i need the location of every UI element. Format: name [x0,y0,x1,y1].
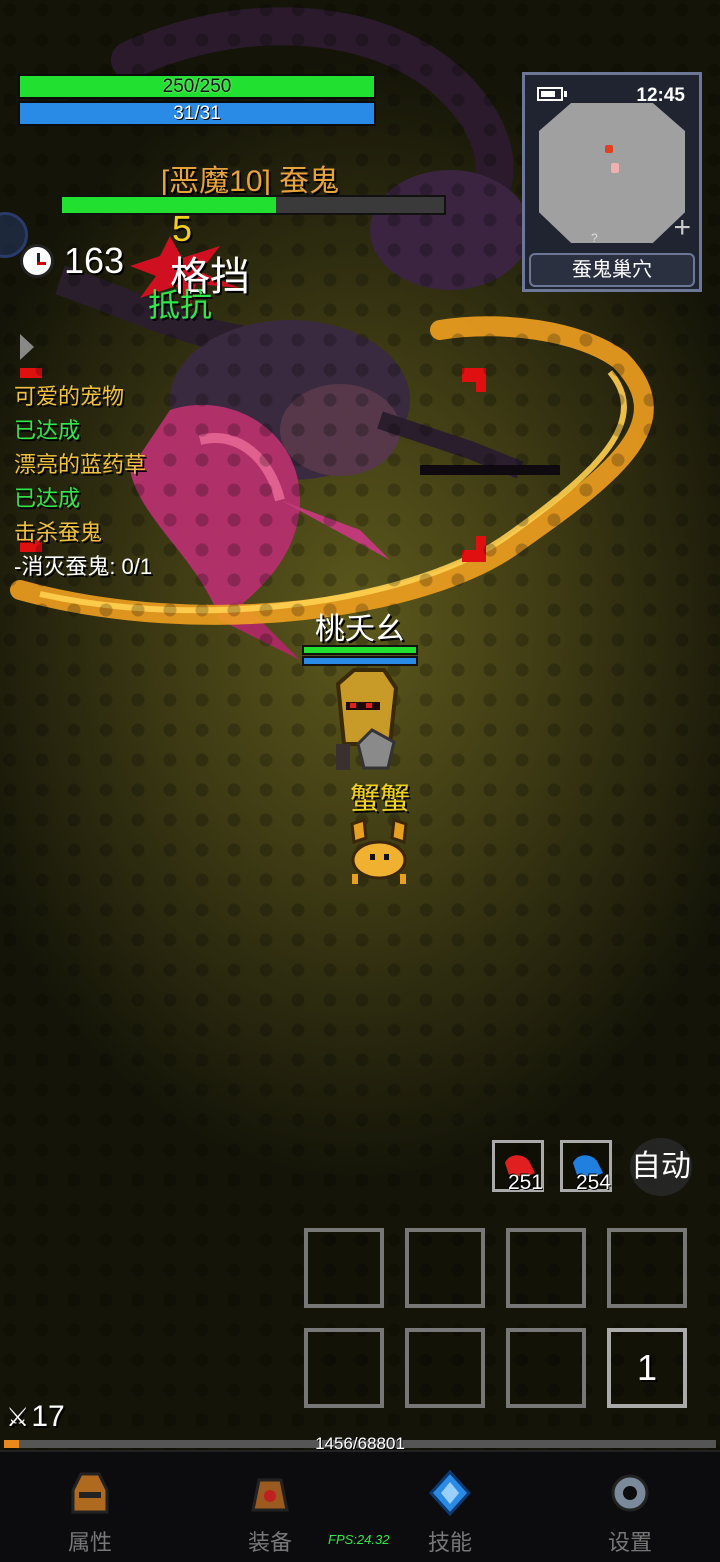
player-hp-text: 250/250 [162,76,232,97]
quest-title: 漂亮的蓝药草 [14,452,147,477]
player-overhead-hp-bar [302,645,418,655]
nav-attributes[interactable]: 属性 [30,1470,150,1557]
nav-skills[interactable]: 技能 [390,1469,510,1557]
player-marker-icon [611,163,619,173]
nav-attributes-label: 属性 [67,1530,112,1555]
nav-settings-label: 设置 [607,1530,652,1555]
hp-potion-button[interactable]: 251 [492,1140,544,1194]
battle-timer: 163 [20,240,124,282]
location-name: 蚕鬼巢穴 [529,253,695,287]
boss-marker-icon [605,145,613,153]
player-mp-bar: 31/31 [18,101,376,126]
resist-text: 抵抗 [148,287,213,323]
timer-value: 163 [64,240,125,281]
minimap[interactable]: 12:45 ? + 蚕鬼巢穴 [522,72,702,292]
boss-hp-fill [62,197,276,213]
battery-icon [537,87,567,101]
quest-title: 可爱的宠物 [14,384,125,409]
helmet-icon [71,1472,109,1514]
player-hp-bar: 250/250 [18,74,376,99]
skill-slot[interactable] [405,1228,485,1308]
skill-slot[interactable] [304,1228,384,1308]
mp-potion-count: 254 [575,1171,611,1194]
player-knight-sprite[interactable] [324,664,410,774]
quest-tracker[interactable]: 可爱的宠物 已达成 漂亮的蓝药草 已达成 击杀蚕鬼 -消灭蚕鬼: 0/1 [14,380,152,584]
mp-potion-button[interactable]: 254 [560,1140,612,1194]
skill-slot[interactable] [506,1328,586,1408]
quest-status: 已达成 [14,418,81,443]
nav-equipment-label: 装备 [247,1530,292,1555]
player-level: ⚔ 17 [6,1400,65,1434]
auto-battle-button[interactable]: 自动 [630,1138,692,1196]
nav-equipment[interactable]: 装备 [210,1470,330,1557]
unknown-marker: ? [591,231,598,245]
crystal-icon [428,1469,472,1517]
skill-slot-active[interactable]: 1 [607,1328,687,1408]
pet-crab-sprite[interactable] [344,818,414,888]
skill-slot[interactable] [405,1328,485,1408]
player-mp-text: 31/31 [173,103,221,124]
hp-potion-count: 251 [507,1171,543,1194]
player-name: 桃夭幺 [315,613,405,646]
skill-slot-count: 1 [636,1347,658,1388]
skill-slot[interactable] [506,1228,586,1308]
gear-icon [611,1474,649,1512]
boss-hp-bar [60,195,446,215]
skill-slot[interactable] [304,1328,384,1408]
boss-name: [恶魔10] 蚕鬼 [160,165,340,198]
skill-slot[interactable] [607,1228,687,1308]
bag-icon [251,1478,289,1512]
quest-expand-arrow-icon[interactable] [20,334,34,360]
nav-settings[interactable]: 设置 [570,1470,690,1557]
quest-status: 已达成 [14,486,81,511]
level-value: 17 [31,1400,65,1433]
minimap-room [539,103,685,243]
quest-progress: -消灭蚕鬼: 0/1 [14,554,153,579]
sword-icon: ⚔ [6,1401,30,1432]
quest-title: 击杀蚕鬼 [14,520,103,545]
fps-counter: FPS:24.32 [328,1532,390,1547]
nav-skills-label: 技能 [427,1530,472,1555]
pet-name: 蟹蟹 [350,783,410,816]
clock-icon [20,244,54,278]
minimap-expand-button[interactable]: + [673,213,691,243]
